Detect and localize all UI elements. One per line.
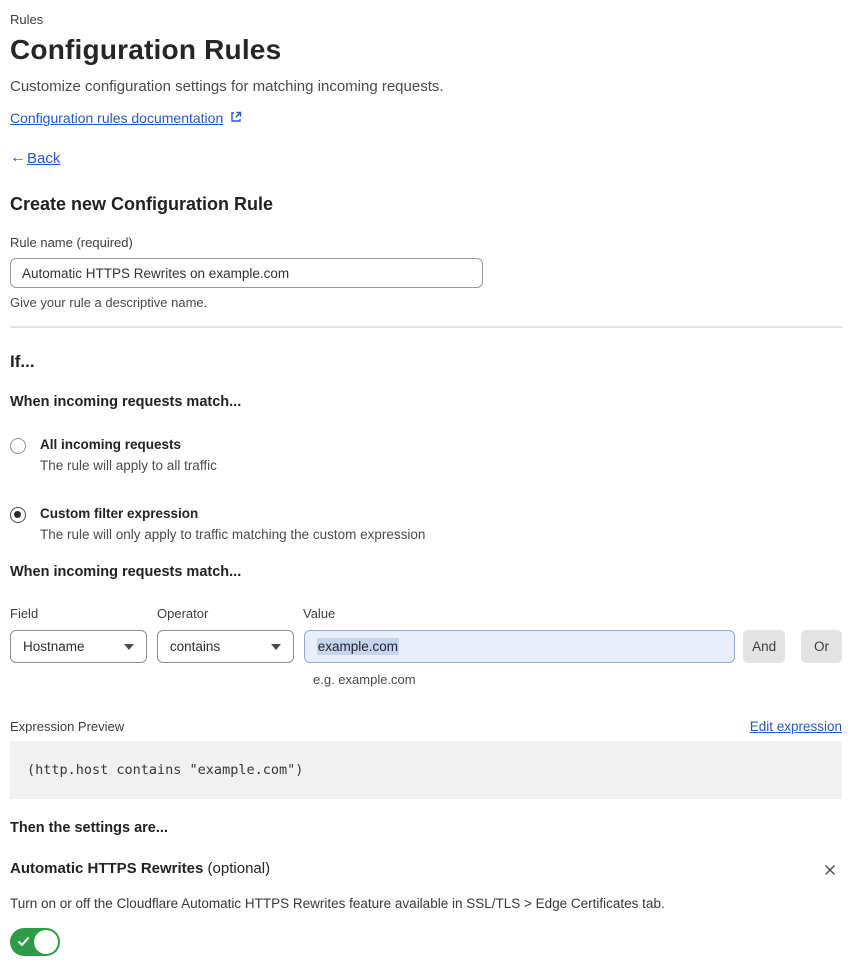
breadcrumb: Rules <box>10 12 44 27</box>
setting-optional-tag: (optional) <box>207 860 271 877</box>
documentation-link-row: Configuration rules documentation <box>10 110 842 126</box>
value-label: Value <box>303 606 336 621</box>
back-link-row: ← Back <box>10 149 842 167</box>
operator-label: Operator <box>157 606 209 621</box>
radio-checked-icon[interactable] <box>10 507 26 523</box>
field-label: Field <box>10 606 39 621</box>
external-link-icon <box>230 110 242 126</box>
match-section-title: When incoming requests match... <box>10 394 242 410</box>
builder-section-title: When incoming requests match... <box>10 564 242 580</box>
rule-name-input[interactable] <box>10 258 483 288</box>
expression-builder: Field Operator Value Hostname contains e… <box>10 606 842 687</box>
value-input[interactable]: example.com <box>303 630 736 663</box>
automatic-https-rewrites-toggle[interactable] <box>10 928 60 956</box>
value-input-text: example.com <box>316 638 399 655</box>
and-button[interactable]: And <box>743 630 786 663</box>
expression-preview-header: Expression Preview Edit expression <box>10 719 842 734</box>
section-divider <box>10 326 842 328</box>
edit-expression-link[interactable]: Edit expression <box>750 719 842 734</box>
back-arrow-icon: ← <box>10 149 26 166</box>
chevron-down-icon <box>123 643 134 650</box>
radio-option-custom-filter[interactable]: Custom filter expression The rule will o… <box>10 506 842 542</box>
radio-all-requests-label: All incoming requests <box>40 437 182 452</box>
setting-header: Automatic HTTPS Rewrites (optional) <box>10 860 842 883</box>
toggle-knob <box>34 930 58 954</box>
page-subtitle: Customize configuration settings for mat… <box>10 78 444 95</box>
if-section-title: If... <box>10 352 35 371</box>
configuration-rules-page: Rules Configuration Rules Customize conf… <box>0 0 852 961</box>
create-rule-section-title: Create new Configuration Rule <box>10 194 274 214</box>
back-link[interactable]: Back <box>27 150 60 167</box>
field-select-value: Hostname <box>23 639 85 654</box>
radio-unchecked-icon[interactable] <box>10 438 26 454</box>
check-icon <box>17 935 30 951</box>
operator-select-value: contains <box>169 639 221 654</box>
setting-description: Turn on or off the Cloudflare Automatic … <box>10 896 665 911</box>
radio-custom-filter-description: The rule will only apply to traffic matc… <box>40 527 426 542</box>
operator-select[interactable]: contains <box>156 630 294 663</box>
or-button[interactable]: Or <box>801 630 842 663</box>
then-settings-title: Then the settings are... <box>10 820 168 836</box>
close-icon[interactable] <box>820 860 840 883</box>
expression-preview-code: (http.host contains "example.com") <box>10 741 842 799</box>
radio-all-requests-description: The rule will apply to all traffic <box>40 458 217 473</box>
value-helper: e.g. example.com <box>313 672 416 687</box>
field-select[interactable]: Hostname <box>10 630 147 663</box>
page-title: Configuration Rules <box>10 34 282 65</box>
setting-name: Automatic HTTPS Rewrites <box>10 860 204 877</box>
chevron-down-icon <box>270 643 281 650</box>
radio-option-all-requests[interactable]: All incoming requests The rule will appl… <box>10 437 842 473</box>
documentation-link[interactable]: Configuration rules documentation <box>10 110 223 126</box>
rule-name-label: Rule name (required) <box>10 235 133 250</box>
radio-custom-filter-label: Custom filter expression <box>40 506 199 521</box>
rule-name-helper: Give your rule a descriptive name. <box>10 295 208 310</box>
expression-preview-label: Expression Preview <box>10 719 125 734</box>
